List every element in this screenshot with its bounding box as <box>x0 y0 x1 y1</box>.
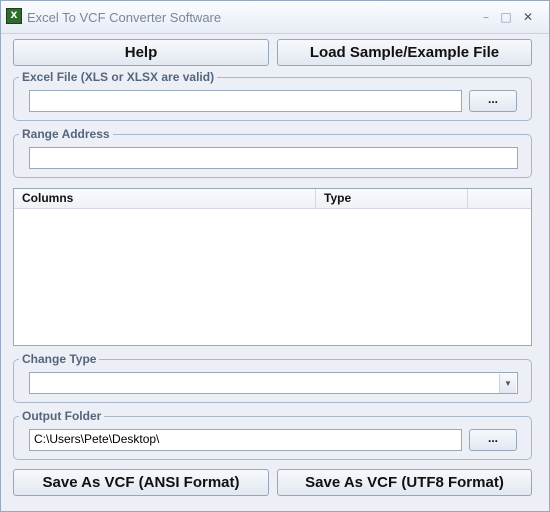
range-address-label: Range Address <box>19 127 113 141</box>
change-type-label: Change Type <box>19 352 100 366</box>
columns-list-view[interactable]: Columns Type <box>13 188 532 346</box>
output-folder-input[interactable]: C:\Users\Pete\Desktop\ <box>29 429 462 451</box>
change-type-select[interactable]: ▼ <box>29 372 518 394</box>
help-button[interactable]: Help <box>13 39 269 66</box>
list-header: Columns Type <box>14 189 531 209</box>
minimize-icon[interactable]: – <box>477 9 495 25</box>
app-window: X Excel To VCF Converter Software – □ ✕ … <box>0 0 550 512</box>
excel-file-browse-button[interactable]: ... <box>469 90 517 112</box>
output-folder-browse-button[interactable]: ... <box>469 429 517 451</box>
output-folder-label: Output Folder <box>19 409 105 423</box>
window-title: Excel To VCF Converter Software <box>27 10 222 25</box>
chevron-down-icon[interactable]: ▼ <box>499 374 516 393</box>
title-bar[interactable]: X Excel To VCF Converter Software – □ ✕ <box>1 1 549 34</box>
excel-app-icon: X <box>6 8 22 24</box>
excel-file-input[interactable] <box>29 90 462 112</box>
column-header-columns[interactable]: Columns <box>14 189 316 208</box>
load-sample-button[interactable]: Load Sample/Example File <box>277 39 532 66</box>
close-icon[interactable]: ✕ <box>519 9 537 25</box>
excel-file-label: Excel File (XLS or XLSX are valid) <box>19 70 218 84</box>
maximize-icon[interactable]: □ <box>497 9 515 25</box>
save-utf8-button[interactable]: Save As VCF (UTF8 Format) <box>277 469 532 496</box>
range-address-input[interactable] <box>29 147 518 169</box>
column-header-type[interactable]: Type <box>316 189 468 208</box>
save-ansi-button[interactable]: Save As VCF (ANSI Format) <box>13 469 269 496</box>
